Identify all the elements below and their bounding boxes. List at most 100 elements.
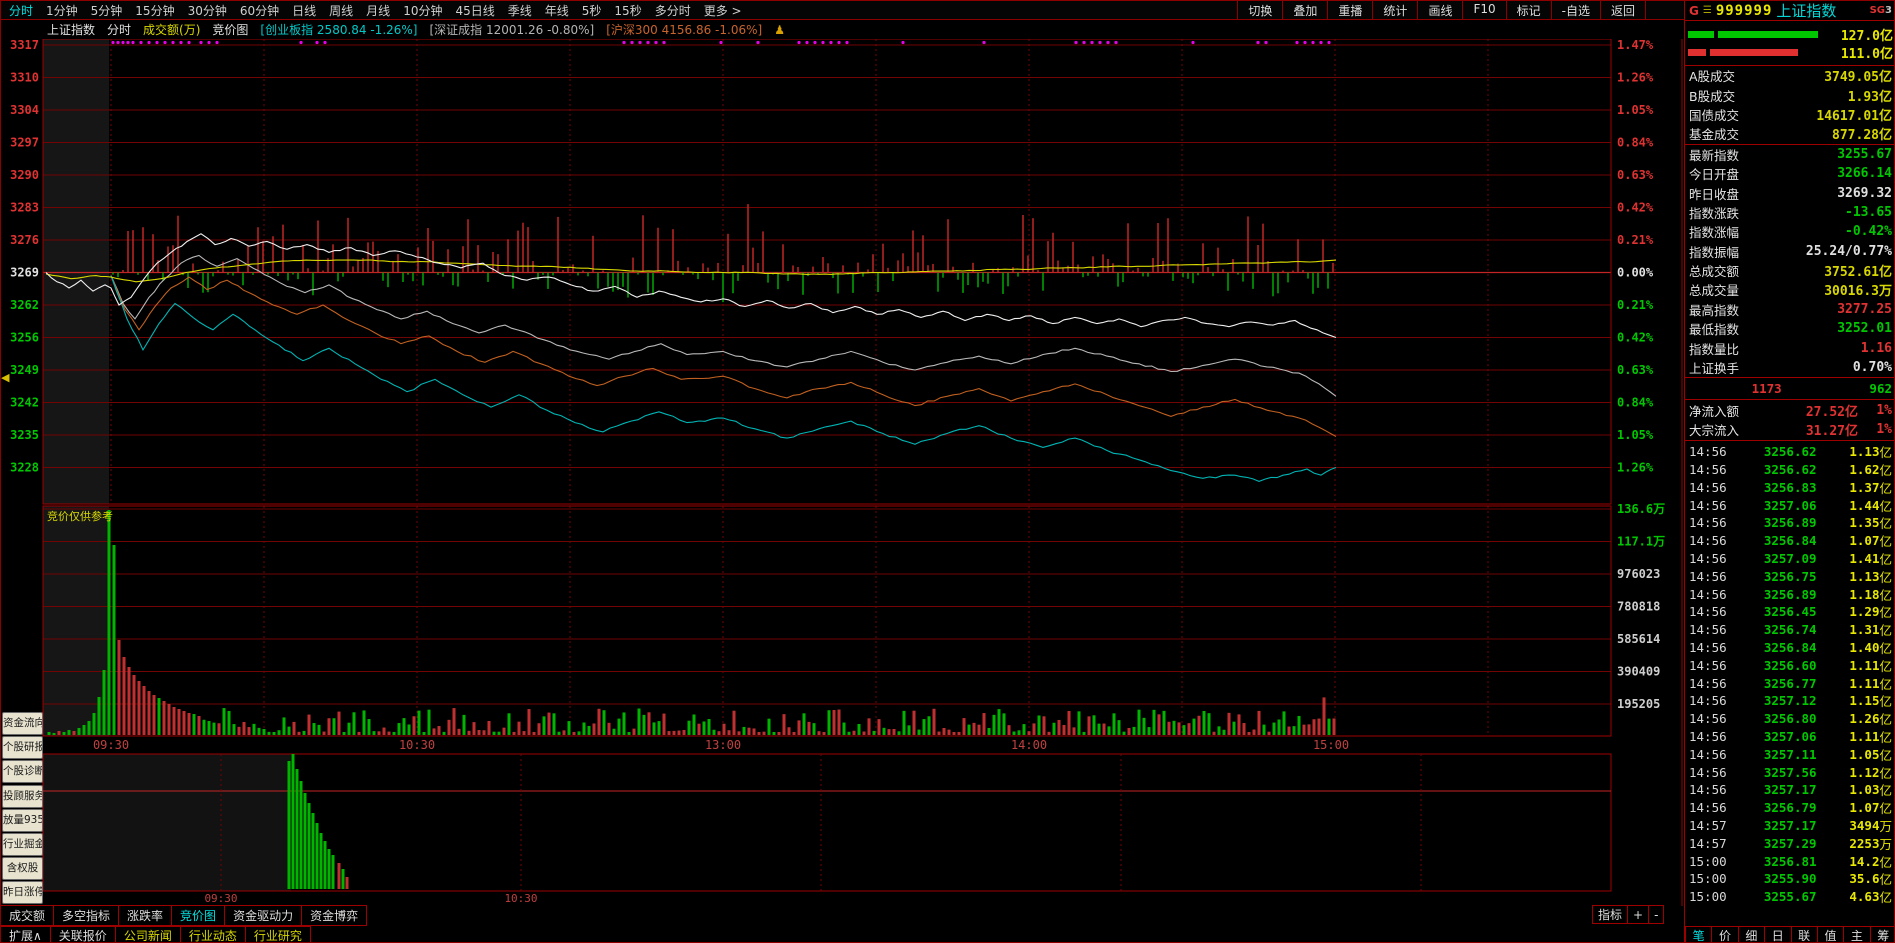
- info-item-1[interactable]: 分时: [107, 21, 131, 38]
- period-周线[interactable]: 周线: [329, 2, 353, 19]
- tick-row[interactable]: 14:563256.771.11亿: [1689, 674, 1892, 692]
- tick-row[interactable]: 14:563256.831.37亿: [1689, 478, 1892, 496]
- period-分时[interactable]: 分时: [9, 2, 33, 19]
- sidebar-collapse-arrow-icon[interactable]: ◀: [1, 371, 9, 384]
- indicator-btn-+[interactable]: +: [1627, 905, 1649, 924]
- tick-row[interactable]: 15:003255.9035.6亿: [1689, 870, 1892, 888]
- indicator-btn--[interactable]: -: [1648, 905, 1664, 924]
- info-item-5[interactable]: [深证成指 12001.26 -0.80%]: [430, 21, 595, 38]
- tick-row[interactable]: 14:563257.561.12亿: [1689, 763, 1892, 781]
- left-button-资金流向[interactable]: 资金流向: [2, 712, 43, 735]
- period-年线[interactable]: 年线: [545, 2, 569, 19]
- info-item-6[interactable]: [沪深300 4156.86 -1.06%]: [606, 21, 762, 38]
- period-月线[interactable]: 月线: [366, 2, 390, 19]
- info-item-0[interactable]: 上证指数: [47, 21, 95, 38]
- quote-tab-联[interactable]: 联: [1791, 927, 1817, 943]
- period-30分钟[interactable]: 30分钟: [188, 2, 227, 19]
- volume-bar: [1318, 719, 1321, 735]
- tick-amount-unit: 亿: [1879, 674, 1892, 693]
- tab-多空指标[interactable]: 多空指标: [53, 905, 119, 926]
- tick-row[interactable]: 14:563257.171.03亿: [1689, 781, 1892, 799]
- tick-row[interactable]: 14:563256.791.07亿: [1689, 799, 1892, 817]
- tick-row[interactable]: 14:563256.741.31亿: [1689, 621, 1892, 639]
- period-日线[interactable]: 日线: [292, 2, 316, 19]
- period-60分钟[interactable]: 60分钟: [240, 2, 279, 19]
- tick-row[interactable]: 14:563256.841.07亿: [1689, 532, 1892, 550]
- tab-扩展∧[interactable]: 扩展∧: [0, 926, 51, 943]
- signal-dot: [797, 41, 800, 44]
- tick-row[interactable]: 14:563256.801.26亿: [1689, 710, 1892, 728]
- period-季线[interactable]: 季线: [508, 2, 532, 19]
- menu-icon[interactable]: ☰: [1703, 5, 1712, 16]
- tick-row[interactable]: 14:563257.061.44亿: [1689, 496, 1892, 514]
- action-重播[interactable]: 重播: [1327, 1, 1372, 19]
- tick-row[interactable]: 14:563257.121.15亿: [1689, 692, 1892, 710]
- quote-tab-值[interactable]: 值: [1817, 927, 1843, 943]
- period-更多 >[interactable]: 更多 >: [704, 2, 742, 19]
- tick-row[interactable]: 14:563256.621.13亿: [1689, 443, 1892, 461]
- left-button-行业掘金[interactable]: 行业掘金: [2, 833, 43, 856]
- action-标记[interactable]: 标记: [1506, 1, 1551, 19]
- quote-tab-细[interactable]: 细: [1738, 927, 1764, 943]
- period-5秒[interactable]: 5秒: [582, 2, 602, 19]
- tick-row[interactable]: 14:563257.111.05亿: [1689, 745, 1892, 763]
- period-45日线[interactable]: 45日线: [455, 2, 494, 19]
- action--自选[interactable]: -自选: [1551, 1, 1600, 19]
- tab-行业研究[interactable]: 行业研究: [245, 926, 311, 943]
- tick-row[interactable]: 14:573257.292253万: [1689, 834, 1892, 852]
- indicator-btn-指标[interactable]: 指标: [1592, 905, 1628, 924]
- left-button-含权股[interactable]: 含权股: [2, 857, 43, 880]
- tab-资金驱动力[interactable]: 资金驱动力: [224, 905, 302, 926]
- tab-成交额[interactable]: 成交额: [0, 905, 54, 926]
- period-5分钟[interactable]: 5分钟: [91, 2, 123, 19]
- intraday-chart[interactable]: 33171.47%33101.26%33041.05%32970.84%3290…: [1, 39, 1684, 906]
- tick-row[interactable]: 14:563256.601.11亿: [1689, 656, 1892, 674]
- left-button-个股诊断[interactable]: 个股诊断: [2, 760, 43, 783]
- period-15秒[interactable]: 15秒: [614, 2, 641, 19]
- action-F10[interactable]: F10: [1462, 1, 1505, 19]
- tick-row[interactable]: 14:573257.173494万: [1689, 817, 1892, 835]
- quote-tab-日[interactable]: 日: [1764, 927, 1790, 943]
- stock-name: 上证指数: [1776, 0, 1836, 21]
- period-1分钟[interactable]: 1分钟: [46, 2, 78, 19]
- tick-row[interactable]: 14:563256.451.29亿: [1689, 603, 1892, 621]
- tick-amount: 1.40: [1849, 640, 1879, 655]
- left-button-昨日涨停[interactable]: 昨日涨停: [2, 881, 43, 904]
- tick-row[interactable]: 15:003255.674.63亿: [1689, 888, 1892, 906]
- tab-涨跌率[interactable]: 涨跌率: [118, 905, 172, 926]
- action-返回[interactable]: 返回: [1600, 1, 1646, 19]
- period-10分钟[interactable]: 10分钟: [403, 2, 442, 19]
- period-多分时[interactable]: 多分时: [655, 2, 691, 19]
- tick-row[interactable]: 15:003256.8114.2亿: [1689, 852, 1892, 870]
- tab-资金博弈[interactable]: 资金博弈: [301, 905, 367, 926]
- action-叠加[interactable]: 叠加: [1282, 1, 1327, 19]
- quote-header[interactable]: G ☰ 999999 上证指数 SG3: [1685, 1, 1895, 20]
- action-画线[interactable]: 画线: [1417, 1, 1462, 19]
- tick-list[interactable]: 14:563256.621.13亿14:563256.621.62亿14:563…: [1685, 441, 1895, 907]
- tab-关联报价[interactable]: 关联报价: [50, 926, 116, 943]
- left-button-个股研报[interactable]: 个股研报: [2, 736, 43, 759]
- info-item-3[interactable]: 竞价图: [212, 21, 248, 38]
- period-15分钟[interactable]: 15分钟: [135, 2, 174, 19]
- tick-row[interactable]: 14:563256.621.62亿: [1689, 461, 1892, 479]
- info-item-4[interactable]: [创业板指 2580.84 -1.26%]: [260, 21, 417, 38]
- tab-行业动态[interactable]: 行业动态: [180, 926, 246, 943]
- tick-row[interactable]: 14:563256.751.13亿: [1689, 567, 1892, 585]
- tick-row[interactable]: 14:563257.091.41亿: [1689, 550, 1892, 568]
- action-统计[interactable]: 统计: [1372, 1, 1417, 19]
- volume-axis-label: 976023: [1617, 567, 1660, 581]
- info-item-2[interactable]: 成交额(万): [143, 21, 200, 38]
- tick-row[interactable]: 14:563256.841.40亿: [1689, 639, 1892, 657]
- action-切换[interactable]: 切换: [1237, 1, 1282, 19]
- left-button-投顾服务[interactable]: 投顾服务: [2, 785, 43, 808]
- quote-tab-主[interactable]: 主: [1843, 927, 1869, 943]
- tab-竞价图[interactable]: 竞价图: [171, 905, 225, 926]
- left-button-放量935[interactable]: 放量935: [2, 809, 43, 832]
- quote-tab-筹[interactable]: 筹: [1870, 927, 1895, 943]
- tab-公司新闻[interactable]: 公司新闻: [115, 926, 181, 943]
- tick-row[interactable]: 14:563257.061.11亿: [1689, 728, 1892, 746]
- tick-row[interactable]: 14:563256.891.35亿: [1689, 514, 1892, 532]
- quote-tab-价[interactable]: 价: [1711, 927, 1737, 943]
- quote-tab-笔[interactable]: 笔: [1685, 927, 1711, 943]
- tick-row[interactable]: 14:563256.891.18亿: [1689, 585, 1892, 603]
